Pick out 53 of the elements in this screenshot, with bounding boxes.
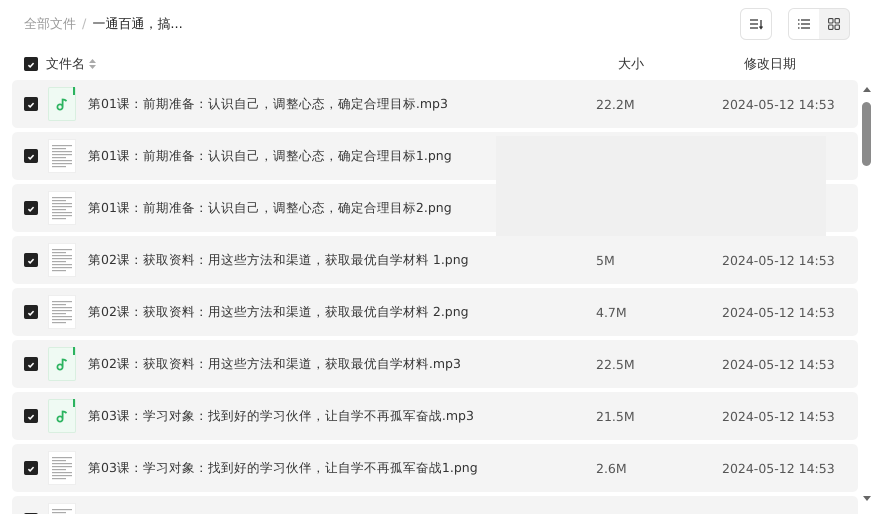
file-row[interactable]: 第03课：学习对象：找到好的学习伙伴，让自学不再孤军奋战1.png 2.6M 2024-05-12 14:53 [12,444,858,492]
file-row[interactable]: 第02课：获取资料：用这些方法和渠道，获取最优自学材料 1.png 5M 2024-05-12 14:53 [12,236,858,284]
modified-date: 2024-05-12 14:53 [722,304,836,320]
file-size: 2.6M [596,460,628,476]
checkbox[interactable] [24,57,38,71]
checkbox[interactable] [24,201,38,215]
audio-file-icon [48,347,76,381]
file-size: 22.2M [596,96,636,112]
modified-date: 2024-05-12 14:53 [722,96,836,112]
checkbox[interactable] [24,253,38,267]
file-size: 21.5M [596,408,636,424]
modified-date: 2024-05-12 14:53 [722,408,836,424]
list-view-button[interactable] [789,9,819,39]
file-row[interactable]: 第02课：获取资料：用这些方法和渠道，获取最优自学材料.mp3 22.5M 2024-05-12 14:53 [12,340,858,388]
file-row[interactable]: 第02课：获取资料：用这些方法和渠道，获取最优自学材料 2.png 4.7M 2024-05-12 14:53 [12,288,858,336]
image-thumbnail [48,295,76,329]
checkbox[interactable] [24,409,38,423]
audio-file-icon [48,399,76,433]
file-name[interactable]: 第03课：学习对象：找到好的学习伙伴，让自学不再孤军奋战1.png [88,460,478,476]
file-name[interactable]: 第02课：获取资料：用这些方法和渠道，获取最优自学材料.mp3 [88,356,461,372]
breadcrumb-item[interactable]: 一通百通，搞... [92,15,183,33]
column-header[interactable]: 大小 [618,57,644,72]
file-name[interactable]: 第01课：前期准备：认识自己，调整心态，确定合理目标1.png [88,148,452,164]
checkbox[interactable] [24,357,38,371]
file-size: 4.7M [596,304,628,320]
modified-date: 2024-05-12 14:53 [722,356,836,372]
file-name[interactable]: 第01课：前期准备：认识自己，调整心态，确定合理目标.mp3 [88,96,448,112]
file-name[interactable]: 第02课：获取资料：用这些方法和渠道，获取最优自学材料 2.png [88,304,469,320]
list-icon [798,19,810,29]
file-name[interactable]: 第01课：前期准备：认识自己，调整心态，确定合理目标2.png [88,200,452,216]
sort-button[interactable] [740,8,772,40]
grid-icon [828,18,840,30]
file-name[interactable]: 第02课：获取资料：用这些方法和渠道，获取最优自学材料 1.png [88,252,469,268]
checkbox[interactable] [24,149,38,163]
checkbox[interactable] [24,305,38,319]
audio-file-icon [48,87,76,121]
column-header[interactable]: 文件名 [46,55,85,73]
column-header[interactable]: 修改日期 [744,57,796,72]
checkbox[interactable] [24,97,38,111]
image-thumbnail [48,243,76,277]
file-row[interactable]: 第03课：学习对象：找到好的学习伙伴，让自学不再孤军奋战.mp3 21.5M 2024-05-12 14:53 [12,392,858,440]
modified-date: 2024-05-12 14:53 [722,252,836,268]
sort-icon [749,18,763,30]
image-thumbnail [48,451,76,485]
file-row[interactable]: 第01课：前期准备：认识自己，调整心态，确定合理目标.mp3 22.2M 2024-05-12 14:53 [12,80,858,128]
breadcrumb-separator: / [82,16,86,32]
file-size: 5M [596,252,616,268]
file-name[interactable]: 第03课：学习对象：找到好的学习伙伴，让自学不再孤军奋战.mp3 [88,408,474,424]
image-thumbnail [48,191,76,225]
image-thumbnail [48,139,76,173]
checkbox[interactable] [24,461,38,475]
file-size: 22.5M [596,356,636,372]
modified-date: 2024-05-12 14:53 [722,460,836,476]
